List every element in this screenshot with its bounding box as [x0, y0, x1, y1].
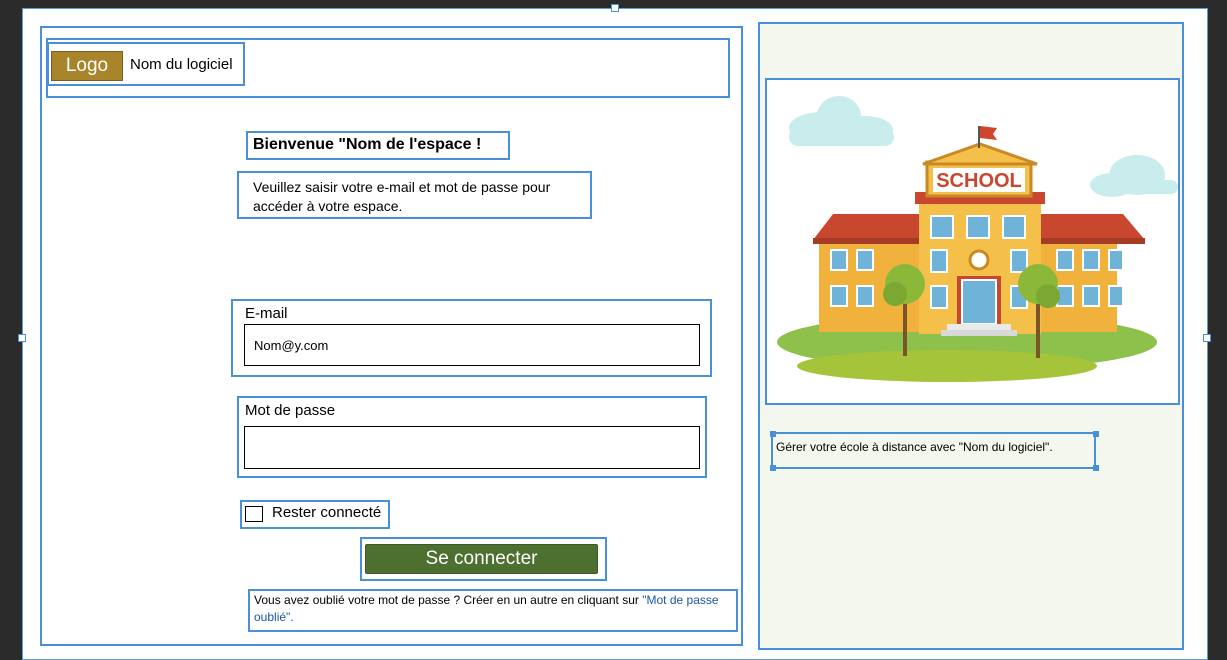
tagline-handle-tl[interactable] [770, 431, 776, 437]
email-field[interactable] [244, 324, 700, 366]
canvas-handle-top[interactable] [611, 4, 619, 12]
password-field[interactable] [244, 426, 700, 469]
school-sign-text: SCHOOL [936, 170, 1022, 192]
remember-label[interactable]: Rester connecté [272, 504, 381, 521]
tagline-handle-br[interactable] [1093, 465, 1099, 471]
canvas-handle-right[interactable] [1203, 334, 1211, 342]
logo: Logo [51, 51, 123, 81]
welcome-title: Bienvenue "Nom de l'espace ! [253, 136, 482, 153]
tagline-handle-bl[interactable] [770, 465, 776, 471]
password-label: Mot de passe [245, 402, 336, 419]
app-name: Nom du logiciel [130, 56, 233, 73]
login-button[interactable]: Se connecter [365, 544, 598, 574]
instructions-text: Veuillez saisir votre e-mail et mot de p… [253, 179, 551, 214]
email-label: E-mail [245, 305, 288, 322]
tagline-handle-tr[interactable] [1093, 431, 1099, 437]
tagline-text: Gérer votre école à distance avec "Nom d… [776, 440, 1053, 454]
remember-checkbox[interactable] [245, 506, 263, 522]
forgot-text: Vous avez oublié votre mot de passe ? Cr… [254, 593, 643, 607]
canvas-handle-left[interactable] [18, 334, 26, 342]
school-illustration: SCHOOL [777, 96, 1178, 382]
forgot-password-text: Vous avez oublié votre mot de passe ? Cr… [254, 592, 736, 626]
